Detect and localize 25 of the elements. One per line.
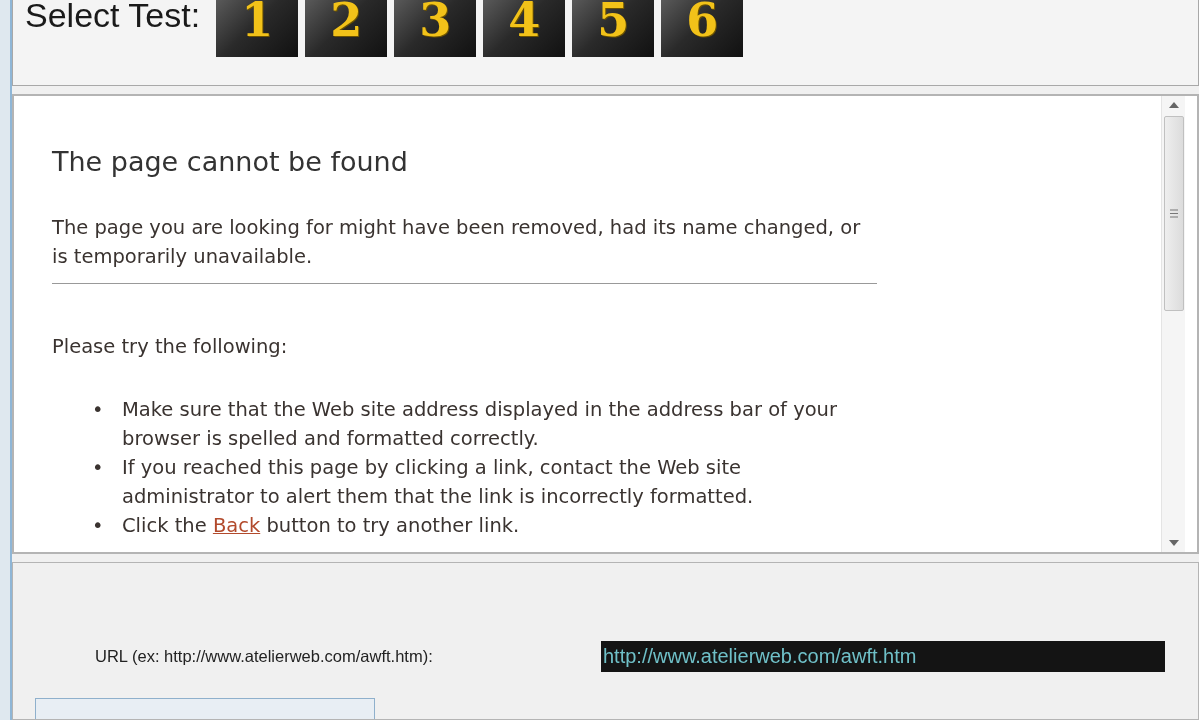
scroll-up-icon[interactable]	[1168, 101, 1179, 108]
button[interactable]	[35, 698, 375, 719]
suggestion-text: Make sure that the Web site address displayed in the address bar of your browser is spelled and formatted correctly.	[122, 396, 838, 452]
error-message: The page you are looking for might have been removed, had its name changed, or is temporarily unavailable.	[52, 214, 862, 270]
select-test-label: Select Test:	[25, 0, 201, 35]
error-heading: The page cannot be found	[52, 145, 409, 177]
url-field[interactable]: http://www.atelierweb.com/awft.htm	[601, 641, 1165, 672]
bullet: •	[92, 454, 105, 481]
test-button[interactable]: 1	[216, 0, 299, 57]
test-button[interactable]: 3	[394, 0, 477, 57]
test-button[interactable]: 2	[305, 0, 388, 57]
test-button[interactable]: 5	[572, 0, 655, 57]
suggestion-text: If you reached this page by clicking a link, contact the Web site administrator to alert them that the link is incorrectly formatted.	[122, 454, 755, 510]
suggestion-text: Click the Back button to try another link.	[122, 512, 521, 539]
scroll-down-icon[interactable]	[1168, 540, 1179, 546]
scroll-thumb[interactable]	[1163, 115, 1184, 311]
suggestions-intro: Please try the following:	[52, 333, 289, 360]
scrollbar[interactable]	[1161, 95, 1185, 552]
test-button[interactable]: 6	[661, 0, 744, 57]
url-label: URL (ex: http://www.atelierweb.com/awft.htm):	[94, 647, 434, 666]
grip-icon	[1169, 208, 1178, 218]
bullet: •	[92, 396, 105, 423]
back-link[interactable]: Back	[212, 513, 261, 537]
bullet: •	[92, 512, 105, 539]
test-button[interactable]: 4	[483, 0, 566, 57]
